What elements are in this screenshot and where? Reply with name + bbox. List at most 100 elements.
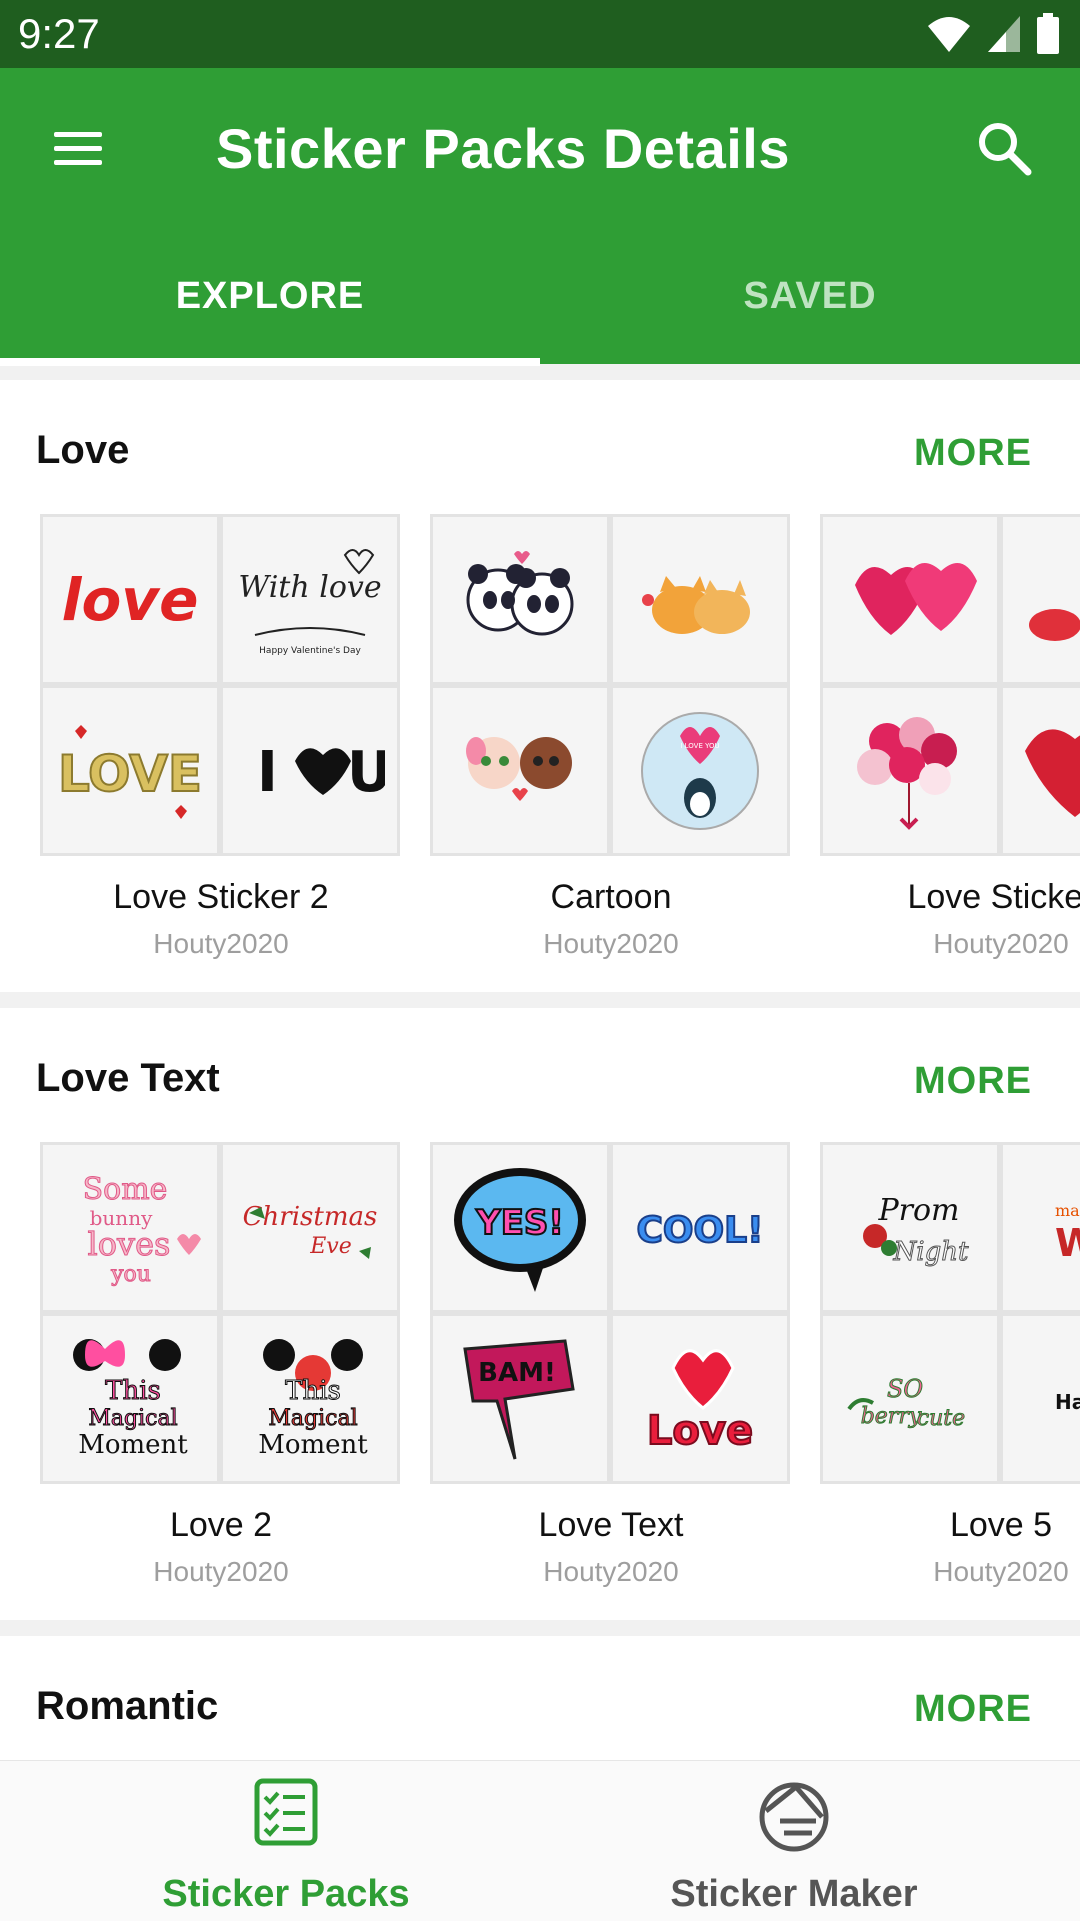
cat-couple-sticker bbox=[613, 517, 787, 682]
nav-label: Sticker Packs bbox=[162, 1873, 410, 1915]
status-bar: 9:27 bbox=[0, 0, 1080, 68]
pack-card[interactable]: Love Sticker Houty2020 bbox=[820, 514, 1080, 984]
sticker-word: Prom bbox=[877, 1193, 959, 1228]
sticker-word: make bbox=[1055, 1201, 1080, 1220]
prom-night-sticker: Prom Night bbox=[823, 1145, 997, 1310]
pack-author: Houty2020 bbox=[153, 928, 289, 959]
sticker-word: Eve bbox=[309, 1234, 352, 1259]
heart-balloons-sticker bbox=[823, 688, 997, 853]
pack-author: Houty2020 bbox=[933, 928, 1069, 959]
pack-name: Love 2 bbox=[169, 1506, 273, 1544]
sticker-word: I LOVE YOU bbox=[680, 742, 719, 750]
content-scroll[interactable]: Love MORE love With love Happy Valentine… bbox=[0, 380, 1080, 1760]
status-icons bbox=[926, 12, 1060, 56]
panda-couple-sticker bbox=[433, 517, 607, 682]
christmas-eve-sticker: Christmas Eve bbox=[223, 1145, 397, 1310]
magical-moment-red-sticker: This Magical Moment bbox=[223, 1316, 397, 1481]
sticker-caption: Happy Valentine's Day bbox=[259, 646, 361, 656]
tab-explore[interactable]: EXPLORE bbox=[0, 228, 540, 364]
puppy-couple-sticker bbox=[433, 688, 607, 853]
bottom-navigation: Sticker Packs Sticker Maker bbox=[0, 1760, 1080, 1921]
penguin-love-sticker: I LOVE YOU bbox=[613, 688, 787, 853]
menu-icon[interactable] bbox=[44, 118, 114, 178]
mouse-sticker bbox=[1003, 517, 1080, 682]
bam-sticker: BAM! bbox=[433, 1316, 607, 1481]
sticker-grid bbox=[820, 514, 1080, 856]
love-3d-sticker: LOVE bbox=[43, 688, 217, 853]
tab-bar: EXPLORE SAVED bbox=[0, 228, 1080, 364]
cell-signal-icon bbox=[988, 16, 1020, 52]
some-bunny-loves-you-sticker: Some bunny loves you bbox=[43, 1145, 217, 1310]
app-bar: Sticker Packs Details bbox=[0, 68, 1080, 228]
yes-bubble-sticker: YES! bbox=[433, 1145, 607, 1310]
wifi-icon bbox=[928, 17, 970, 52]
sticker-word: berry bbox=[861, 1404, 922, 1429]
pack-author: Houty2020 bbox=[543, 1556, 679, 1587]
sticker-word: cute bbox=[917, 1406, 965, 1431]
sticker-word: This bbox=[105, 1376, 161, 1406]
status-time: 9:27 bbox=[18, 10, 100, 57]
sticker-maker-icon bbox=[759, 1782, 829, 1852]
section-title: Love bbox=[36, 428, 130, 472]
search-icon[interactable] bbox=[972, 116, 1036, 180]
tab-saved[interactable]: SAVED bbox=[540, 228, 1080, 364]
sticker-grid: YES! COOL! BAM! Love bbox=[430, 1142, 790, 1484]
nav-sticker-packs[interactable]: Sticker Packs bbox=[16, 1761, 556, 1921]
tab-indicator bbox=[0, 358, 540, 366]
section-love-text: Love Text MORE Some bunny loves you Chri… bbox=[0, 1008, 1080, 1620]
more-button[interactable]: MORE bbox=[914, 1060, 1032, 1103]
sticker-word: Moment bbox=[258, 1430, 368, 1460]
magical-moment-pink-sticker: This Magical Moment bbox=[43, 1316, 217, 1481]
more-button[interactable]: MORE bbox=[914, 432, 1032, 475]
sticker-word: Magical bbox=[88, 1406, 177, 1431]
sticker-word: Havin bbox=[1055, 1390, 1080, 1414]
battery-icon bbox=[1037, 13, 1059, 54]
page-title: Sticker Packs Details bbox=[216, 117, 790, 180]
sticker-word: loves bbox=[88, 1225, 171, 1263]
cool-sticker: COOL! bbox=[613, 1145, 787, 1310]
sticker-word: love bbox=[62, 566, 199, 634]
pack-card[interactable]: love With love Happy Valentine's Day LOV… bbox=[40, 514, 402, 984]
pack-name: Cartoon bbox=[550, 878, 672, 916]
so-berry-cute-sticker: SO berry cute bbox=[823, 1316, 997, 1481]
sticker-grid: Prom Night make W SO berry cute bbox=[820, 1142, 1080, 1484]
pack-card[interactable]: Some bunny loves you Christmas Eve This … bbox=[40, 1142, 402, 1612]
sticker-grid: I LOVE YOU bbox=[430, 514, 790, 856]
pack-name: Love Sticker bbox=[907, 878, 1080, 916]
having-fun-sticker: Havin bbox=[1003, 1316, 1080, 1481]
section-love: Love MORE love With love Happy Valentine… bbox=[0, 380, 1080, 992]
sticker-word: W bbox=[1055, 1221, 1080, 1265]
sticker-letter: I bbox=[257, 740, 278, 805]
love-heart-text-sticker: Love bbox=[613, 1316, 787, 1481]
nav-label: Sticker Maker bbox=[670, 1873, 918, 1915]
pack-author: Houty2020 bbox=[153, 1556, 289, 1587]
two-hearts-sticker bbox=[823, 517, 997, 682]
love-glitter-sticker: love bbox=[43, 517, 217, 682]
sticker-word: SO bbox=[887, 1375, 923, 1403]
pack-card[interactable]: YES! COOL! BAM! Love Love Text Houty2020 bbox=[430, 1142, 792, 1612]
section-title: Love Text bbox=[36, 1056, 220, 1100]
section-title: Romantic bbox=[36, 1684, 219, 1728]
ornate-heart-sticker bbox=[1003, 688, 1080, 853]
pack-name: Love 5 bbox=[949, 1506, 1053, 1544]
sticker-word: With love bbox=[238, 570, 381, 605]
sticker-word: BAM! bbox=[478, 1358, 556, 1388]
pack-card[interactable]: Prom Night make W SO berry cute bbox=[820, 1142, 1080, 1612]
pack-card[interactable]: I LOVE YOU Cartoon Houty2020 bbox=[430, 514, 792, 984]
sticker-word: YES! bbox=[475, 1203, 564, 1243]
sticker-word: COOL! bbox=[637, 1210, 764, 1251]
sticker-word: This bbox=[285, 1376, 341, 1406]
sticker-word: you bbox=[110, 1262, 151, 1287]
section-romantic: Romantic MORE bbox=[0, 1636, 1080, 1760]
pack-author: Houty2020 bbox=[543, 928, 679, 959]
with-love-valentine-sticker: With love Happy Valentine's Day bbox=[223, 517, 397, 682]
make-a-wish-sticker: make W bbox=[1003, 1145, 1080, 1310]
nav-sticker-maker[interactable]: Sticker Maker bbox=[524, 1761, 1064, 1921]
sticker-grid: love With love Happy Valentine's Day LOV… bbox=[40, 514, 400, 856]
sticker-word: Love bbox=[647, 1408, 753, 1454]
sticker-grid: Some bunny loves you Christmas Eve This … bbox=[40, 1142, 400, 1484]
sticker-word: Moment bbox=[78, 1430, 188, 1460]
more-button[interactable]: MORE bbox=[914, 1688, 1032, 1731]
sticker-word: Magical bbox=[268, 1406, 357, 1431]
checklist-icon bbox=[254, 1778, 318, 1846]
